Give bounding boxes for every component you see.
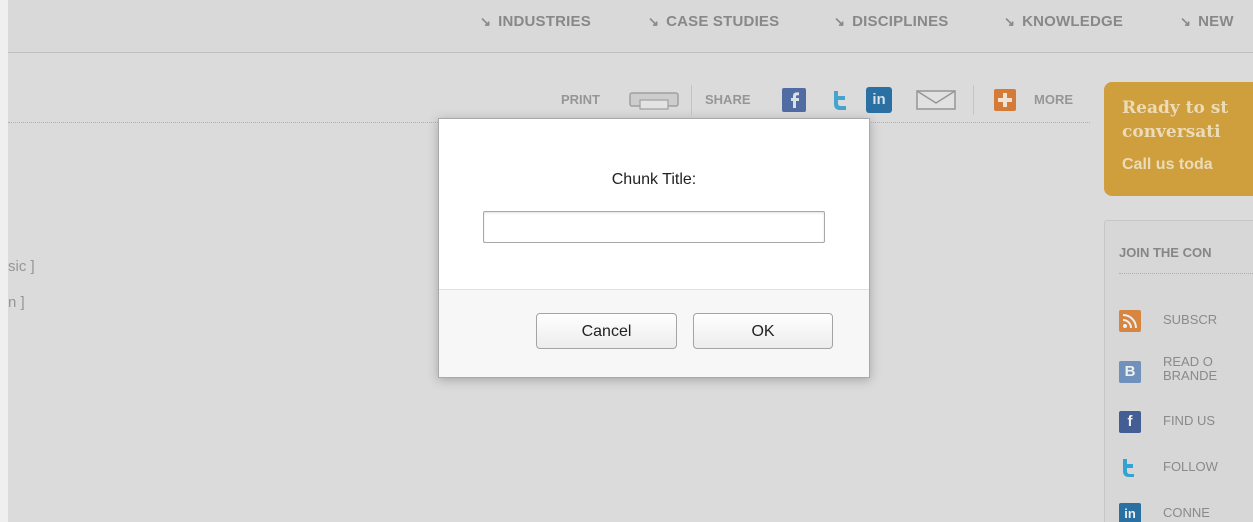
dialog-body: Chunk Title: [439, 119, 869, 289]
cancel-button[interactable]: Cancel [536, 313, 677, 349]
dialog-divider [439, 289, 869, 290]
prompt-dialog: Chunk Title: Cancel OK [438, 118, 870, 378]
ok-button[interactable]: OK [693, 313, 833, 349]
dialog-title: Chunk Title: [611, 171, 697, 188]
chunk-title-input[interactable] [483, 211, 825, 243]
